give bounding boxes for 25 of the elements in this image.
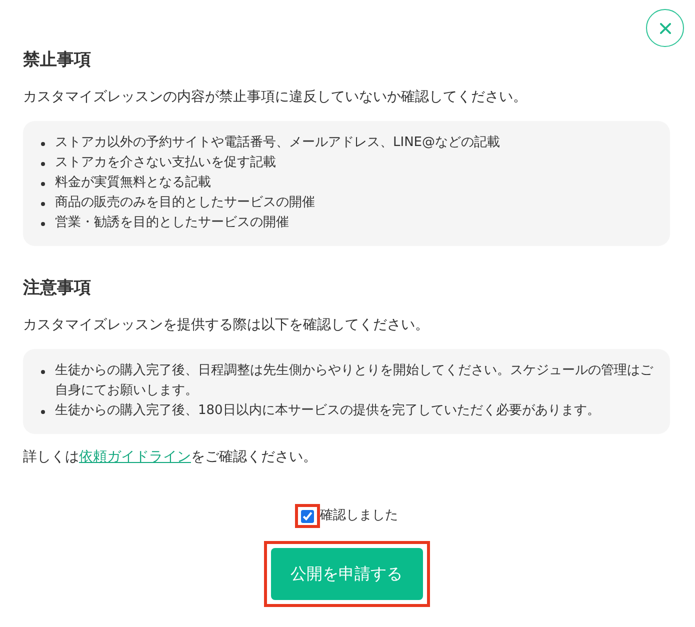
- section-description: カスタマイズレッスンを提供する際は以下を確認してください。: [23, 316, 429, 335]
- list-item-text: 生徒からの購入完了後、日程調整は先生側からやりとりを開始してください。スケジュールの管理はご自身にてお願いします。: [55, 362, 654, 400]
- bullet-icon: [41, 142, 45, 146]
- bullet-icon: [41, 222, 45, 226]
- list-item-text: ストアカ以外の予約サイトや電話番号、メールアドレス、LINE@などの記載: [55, 134, 500, 152]
- close-icon: [660, 22, 670, 34]
- guideline-note: 詳しくは依頼ガイドラインをご確認ください。: [23, 448, 318, 467]
- confirm-label: 確認しました: [320, 507, 398, 525]
- checkbox[interactable]: [301, 510, 314, 523]
- section-title: 禁止事項: [23, 49, 91, 72]
- bullet-icon: [41, 202, 45, 206]
- list-item-text: ストアカを介さない支払いを促す記載: [55, 154, 276, 172]
- list-item-text: 営業・勧誘を目的としたサービスの開催: [55, 214, 289, 232]
- section-description: カスタマイズレッスンの内容が禁止事項に違反していないか確認してください。: [23, 88, 527, 107]
- submit-button[interactable]: 公開を申請する: [270, 548, 422, 600]
- bullet-icon: [41, 370, 45, 374]
- close-button[interactable]: [646, 9, 684, 47]
- bullet-icon: [41, 410, 45, 414]
- list-item-text: 生徒からの購入完了後、180日以内に本サービスの提供を完了していただく必要があります。: [55, 402, 600, 420]
- list-item-text: 商品の販売のみを目的としたサービスの開催: [55, 194, 315, 212]
- guideline-link[interactable]: 依頼ガイドライン: [79, 449, 191, 465]
- bullet-icon: [41, 162, 45, 166]
- section-title: 注意事項: [23, 277, 91, 300]
- list-item-text: 料金が実質無料となる記載: [55, 174, 211, 192]
- bullet-icon: [41, 182, 45, 186]
